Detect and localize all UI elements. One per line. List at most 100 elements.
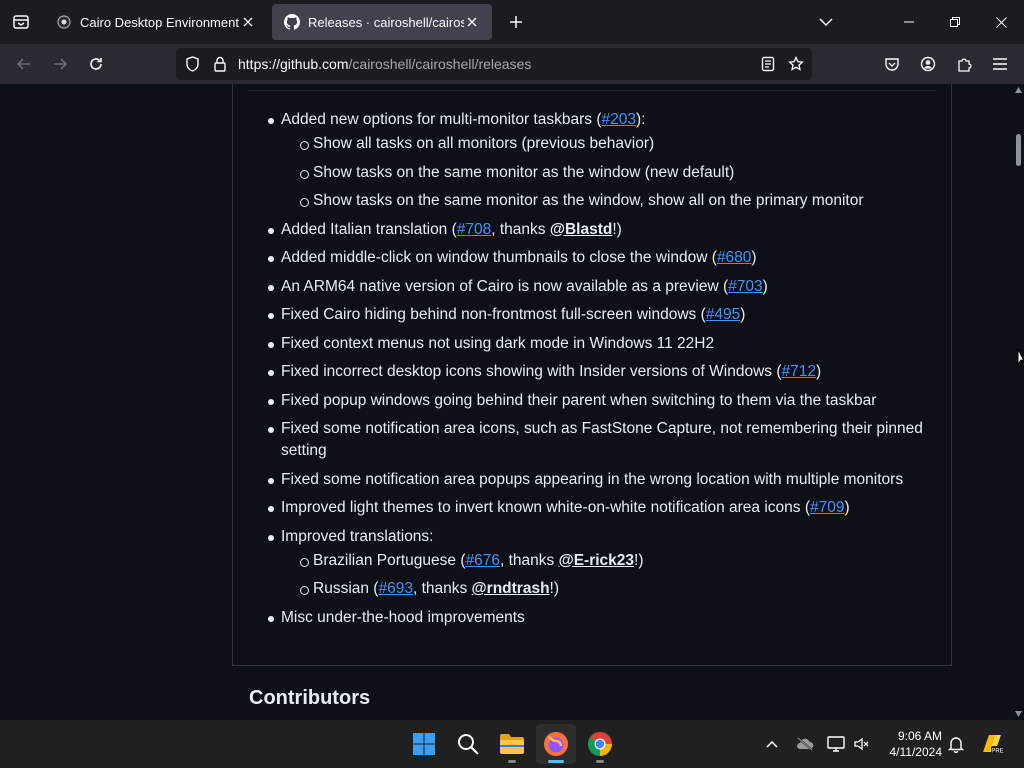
issue-link[interactable]: #676: [466, 552, 500, 569]
sub-list-item: Show tasks on the same monitor as the wi…: [281, 190, 949, 212]
list-item: Fixed popup windows going behind their p…: [249, 390, 949, 412]
issue-link[interactable]: #693: [378, 580, 412, 597]
taskbar: 9:06 AM 4/11/2024 PRE: [0, 720, 1024, 768]
volume-tray-button[interactable]: [850, 732, 874, 756]
lock-icon[interactable]: [212, 56, 228, 72]
url-host: https://github.com: [238, 56, 349, 72]
search-button[interactable]: [448, 724, 488, 764]
list-item: Added Italian translation (#708, thanks …: [249, 219, 949, 241]
cairo-favicon-icon: [56, 14, 72, 30]
reader-view-icon[interactable]: [760, 56, 776, 72]
mouse-cursor-icon: [1017, 348, 1024, 366]
contributors-heading: Contributors: [249, 687, 371, 709]
restore-icon: [950, 17, 960, 27]
chrome-icon: [588, 732, 612, 756]
search-icon: [458, 734, 479, 755]
start-button[interactable]: [404, 724, 444, 764]
bookmark-star-icon[interactable]: [788, 56, 804, 72]
cloud-offline-icon: [797, 737, 814, 751]
tab-overflow-button[interactable]: [803, 0, 849, 44]
extensions-button[interactable]: [950, 50, 978, 78]
list-item: Fixed context menus not using dark mode …: [249, 333, 949, 355]
hamburger-menu-icon: [993, 58, 1007, 70]
issue-link[interactable]: #703: [728, 278, 762, 295]
sub-list-item: Brazilian Portuguese (#676, thanks @E-ri…: [281, 550, 949, 572]
list-item: Fixed some notification area popups appe…: [249, 469, 949, 491]
new-tab-button[interactable]: [502, 8, 530, 36]
copilot-pre-icon: PRE: [983, 735, 1004, 755]
show-hidden-icons-button[interactable]: [760, 732, 784, 756]
tracking-protection-shield-icon[interactable]: [184, 56, 200, 72]
navigation-toolbar: https://github.com/cairoshell/cairoshell…: [0, 44, 1024, 84]
issue-link[interactable]: #203: [601, 111, 635, 128]
tab-cairo-desktop[interactable]: Cairo Desktop Environment: [44, 4, 268, 40]
reload-icon: [90, 58, 102, 70]
close-window-button[interactable]: [978, 0, 1024, 44]
clock-date: 4/11/2024: [889, 745, 943, 759]
scroll-down-arrow-icon[interactable]: [1015, 711, 1022, 717]
bell-icon: [948, 737, 964, 753]
firefox-icon: [544, 732, 568, 756]
close-icon: [995, 16, 1007, 28]
scrollbar-thumb[interactable]: [1016, 134, 1021, 166]
running-indicator: [596, 760, 604, 763]
user-mention-link[interactable]: @Blastd: [550, 221, 612, 238]
list-all-tabs-button[interactable]: [0, 0, 42, 44]
divider: [232, 665, 952, 666]
speaker-muted-icon: [854, 737, 869, 751]
issue-link[interactable]: #495: [706, 306, 740, 323]
running-indicator: [508, 760, 516, 763]
windows-logo-icon: [413, 733, 435, 755]
user-mention-link[interactable]: @rndtrash: [472, 580, 550, 597]
address-bar[interactable]: https://github.com/cairoshell/cairoshell…: [176, 48, 812, 80]
onedrive-tray-button[interactable]: [793, 732, 817, 756]
chrome-button[interactable]: [580, 724, 620, 764]
monitor-icon: [827, 736, 845, 752]
system-clock[interactable]: 9:06 AM 4/11/2024: [884, 728, 943, 760]
issue-link[interactable]: #709: [810, 499, 844, 516]
url-text[interactable]: https://github.com/cairoshell/cairoshell…: [238, 56, 531, 72]
issue-link[interactable]: #712: [782, 363, 816, 380]
display-tray-button[interactable]: [824, 732, 848, 756]
notifications-button[interactable]: [944, 732, 968, 756]
forward-button[interactable]: [46, 50, 74, 78]
restore-button[interactable]: [932, 0, 978, 44]
list-item: Added middle-click on window thumbnails …: [249, 247, 949, 269]
account-button[interactable]: [914, 50, 942, 78]
clock-time: 9:06 AM: [897, 729, 942, 743]
tab-releases[interactable]: Releases · cairoshell/cairoshell: [272, 4, 492, 40]
release-notes-list: Added new options for multi-monitor task…: [249, 109, 949, 629]
sub-list-item: Show all tasks on all monitors (previous…: [281, 133, 949, 155]
page-content: Added new options for multi-monitor task…: [0, 84, 1013, 720]
reload-button[interactable]: [82, 50, 110, 78]
firefox-button[interactable]: [536, 724, 576, 764]
folder-icon: [500, 734, 524, 754]
minimize-button[interactable]: [886, 0, 932, 44]
list-item: Fixed incorrect desktop icons showing wi…: [249, 361, 949, 383]
issue-link[interactable]: #708: [457, 221, 491, 238]
running-indicator: [548, 760, 564, 763]
github-favicon-icon: [284, 14, 300, 30]
user-mention-link[interactable]: @E-rick23: [559, 552, 634, 569]
arrow-left-icon: [16, 58, 30, 70]
list-item: Misc under-the-hood improvements: [249, 607, 949, 629]
list-item: An ARM64 native version of Cairo is now …: [249, 276, 949, 298]
scroll-up-arrow-icon[interactable]: [1015, 87, 1022, 93]
list-item: Fixed Cairo hiding behind non-frontmost …: [249, 304, 949, 326]
account-icon: [920, 56, 936, 72]
plus-icon: [510, 16, 522, 28]
pocket-button[interactable]: [878, 50, 906, 78]
file-explorer-button[interactable]: [492, 724, 532, 764]
app-menu-button[interactable]: [986, 50, 1014, 78]
back-button[interactable]: [10, 50, 38, 78]
svg-text:PRE: PRE: [991, 749, 1003, 755]
close-tab-icon[interactable]: [464, 14, 480, 30]
issue-link[interactable]: #680: [717, 249, 751, 266]
minimize-icon: [904, 21, 914, 23]
sub-list-item: Russian (#693, thanks @rndtrash!): [281, 578, 949, 600]
release-notes: Added new options for multi-monitor task…: [249, 109, 949, 635]
tab-title: Releases · cairoshell/cairoshell: [308, 14, 464, 30]
close-tab-icon[interactable]: [240, 14, 256, 30]
copilot-button[interactable]: PRE: [978, 732, 1006, 756]
page-scrollbar[interactable]: [1013, 84, 1024, 720]
